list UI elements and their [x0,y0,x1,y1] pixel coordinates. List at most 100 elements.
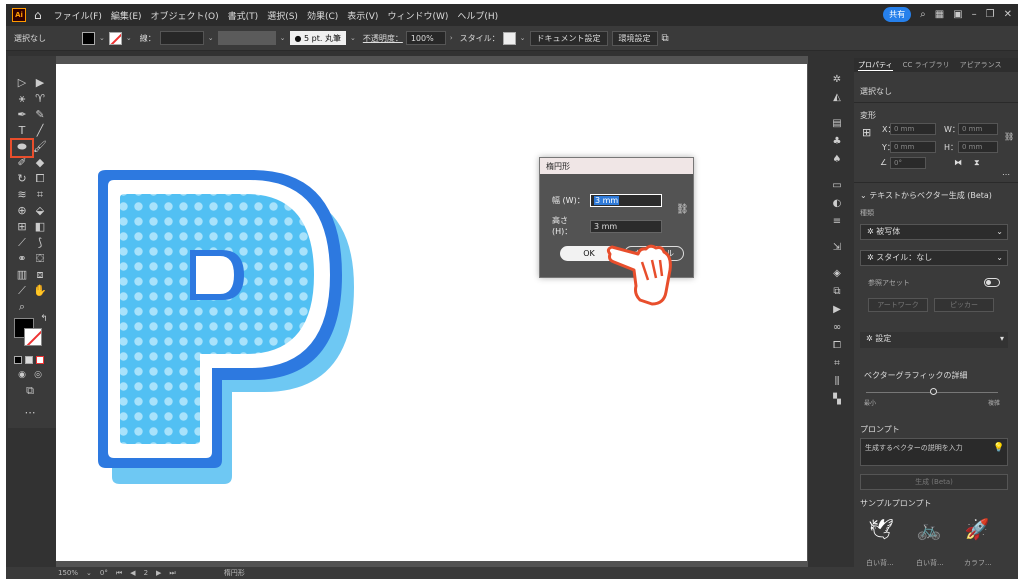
first-page-icon[interactable]: ⏮ [116,569,122,578]
brushes-icon[interactable]: ♣ [830,136,844,148]
line-tool-icon[interactable]: ╱ [32,124,48,138]
style-dropdown[interactable]: ✲ スタイル：なし ⌄ [860,250,1008,266]
variable-width-field[interactable] [217,31,276,45]
chevron-down-icon[interactable]: ⌄ [280,34,286,42]
menu-effect[interactable]: 効果(C) [307,9,338,22]
workspace-icon[interactable]: ▦ [935,9,944,20]
sample-bicycle-icon[interactable]: 🚲 [914,514,944,544]
scale-tool-icon[interactable]: ⧠ [32,172,48,186]
actions-icon[interactable]: ▶ [830,304,844,316]
type-dropdown[interactable]: ✲ 被写体 ⌄ [860,224,1008,240]
type-tool-icon[interactable]: T [14,124,30,138]
letter-p-artwork[interactable] [56,64,807,561]
menu-window[interactable]: ウィンドウ(W) [387,9,448,22]
menu-view[interactable]: 表示(V) [347,9,378,22]
prompt-input[interactable]: 生成するベクターの説明を入力 💡 [860,438,1008,466]
column-graph-icon[interactable]: ▥ [14,268,30,282]
sample-bird-icon[interactable]: 🕊 [866,514,896,544]
w-field[interactable]: 0 mm [958,123,998,135]
chevron-right-icon[interactable]: › [450,34,453,42]
opacity-field[interactable]: 100% [405,31,446,45]
detail-slider-thumb[interactable] [930,388,937,395]
minimize-icon[interactable]: – [972,9,977,20]
curvature-tool-icon[interactable]: ✎ [32,108,48,122]
screen-mode-icon[interactable]: ⧉ [22,384,38,398]
search-icon[interactable]: ⌕ [920,9,926,20]
width-input[interactable]: 3 mm [590,194,662,207]
direct-selection-tool-icon[interactable]: ▶ [32,76,48,90]
symbol-sprayer-icon[interactable]: ⛋ [32,252,48,266]
arrange-icon[interactable]: ⧉ [662,33,669,44]
libraries-icon[interactable]: ◭ [830,92,844,104]
artwork-button[interactable]: アートワーク [868,298,928,312]
mesh-tool-icon[interactable]: ◧ [32,220,48,234]
y-field[interactable]: 0 mm [890,141,936,153]
ref-asset-toggle[interactable] [984,278,1000,287]
symbols-icon[interactable]: ♠ [830,154,844,166]
graphic-style-swatch[interactable] [502,31,516,45]
rotation-value[interactable]: 0° [100,569,108,577]
menu-help[interactable]: ヘルプ(H) [457,9,498,22]
perspective-grid-icon[interactable]: ⊞ [14,220,30,234]
pathfinder-icon[interactable]: ⧠ [830,340,844,352]
links-icon[interactable]: ∞ [830,322,844,334]
reference-point-icon[interactable]: ⊞ [862,126,871,139]
lasso-icon[interactable]: ♈ [32,92,48,106]
next-page-icon[interactable]: ▶ [156,569,161,577]
h-field[interactable]: 0 mm [958,141,998,153]
more-options-icon[interactable]: ⋯ [1002,170,1010,179]
gradient-panel-icon[interactable]: ◐ [830,198,844,210]
none-mode-icon[interactable] [36,356,44,364]
align-icon[interactable]: ⫼ [830,376,844,388]
stroke-panel-icon[interactable]: ▭ [830,180,844,192]
tab-properties[interactable]: プロパティ [858,60,893,71]
chevron-down-icon[interactable]: ⌄ [86,569,92,577]
selection-tool-icon[interactable]: ▷ [14,76,30,90]
fill-swatch[interactable] [82,31,95,45]
eyedropper-icon[interactable]: ⟆ [32,236,48,250]
pen-tool-icon[interactable]: ✒ [14,108,30,122]
chevron-down-icon[interactable]: ⌄ [99,34,105,42]
stroke-weight-field[interactable] [159,31,204,45]
tab-cc-libraries[interactable]: CC ライブラリ [903,60,950,70]
artboard[interactable] [56,64,807,561]
chevron-down-icon[interactable]: ⌄ [350,34,356,42]
shaper-tool-icon[interactable]: ✐ [14,156,30,170]
eraser-icon[interactable]: ◆ [32,156,48,170]
sample-rocket-icon[interactable]: 🚀 [962,514,992,544]
opacity-label[interactable]: 不透明度： [363,33,403,44]
flip-vertical-icon[interactable]: ⧗ [974,158,980,168]
swatches-icon[interactable]: ▚ [830,394,844,406]
tab-appearance[interactable]: アピアランス [960,60,1002,70]
color-mode-icon[interactable] [14,356,22,364]
slice-tool-icon[interactable]: ⟋ [14,284,30,298]
more-tools-icon[interactable]: ⋯ [22,406,38,420]
picker-button[interactable]: ピッカー [934,298,994,312]
zoom-level[interactable]: 150% [58,569,78,577]
stroke-swatch[interactable] [108,31,122,45]
draw-behind-icon[interactable]: ◎ [30,368,46,382]
preferences-button[interactable]: 環境設定 [611,30,658,46]
menu-select[interactable]: 選択(S) [267,9,298,22]
brush-select[interactable]: ● 5 pt. 丸筆 [289,31,346,45]
chevron-down-icon[interactable]: ⌄ [208,34,214,42]
live-paint-icon[interactable]: ⬙ [32,204,48,218]
menu-type[interactable]: 書式(T) [228,9,259,22]
transform-panel-icon[interactable]: ⌗ [830,358,844,370]
artboard-tool-icon[interactable]: ⧈ [32,268,48,282]
gradient-tool-icon[interactable]: ⟋ [14,236,30,250]
warp-tool-icon[interactable]: ≋ [14,188,30,202]
magic-wand-icon[interactable]: ⚹ [14,92,30,106]
prev-page-icon[interactable]: ◀ [130,569,135,577]
color-guide-icon[interactable]: ▤ [830,118,844,130]
draw-mode-icon[interactable]: ◉ [14,368,30,382]
menu-file[interactable]: ファイル(F) [54,9,102,22]
flip-horizontal-icon[interactable]: ⧓ [954,158,962,167]
stroke-color-icon[interactable] [24,328,42,346]
angle-field[interactable]: 0° [890,157,926,169]
lightbulb-icon[interactable]: 💡 [993,443,1004,453]
constrain-proportions-icon[interactable]: ⛓ [676,204,689,215]
page-number[interactable]: 2 [144,569,148,577]
x-field[interactable]: 0 mm [890,123,936,135]
generate-button[interactable]: 生成 (Beta) [860,474,1008,490]
